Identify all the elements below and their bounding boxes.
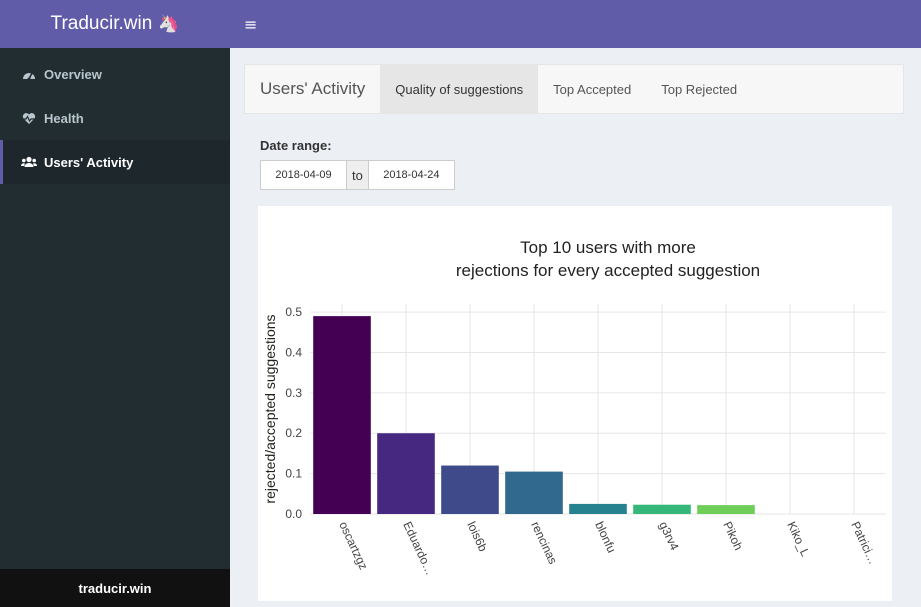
sidebar: Traducir.win 🦄 Overview Health Users' Ac… — [0, 0, 230, 607]
tab-bar-title: Users' Activity — [260, 79, 366, 98]
x-tick-label: oscartzgz — [336, 519, 370, 571]
date-range-picker: 2018-04-09 to 2018-04-24 — [260, 160, 455, 190]
x-tick-label: Pikoh — [720, 519, 745, 552]
tab-bar: Users' Activity Quality of suggestions T… — [244, 64, 904, 114]
hamburger-menu-icon[interactable]: ≡ — [244, 15, 257, 34]
sidebar-item-health[interactable]: Health — [0, 96, 230, 140]
heartbeat-icon — [21, 112, 37, 125]
y-tick-label: 0.4 — [285, 345, 302, 359]
date-range-separator: to — [347, 160, 368, 190]
bar — [569, 503, 627, 514]
chart-title-line: Top 10 users with more — [520, 238, 696, 257]
x-tick-label: blonfu — [592, 519, 619, 555]
x-tick-label: Patrici… — [848, 519, 880, 566]
users-icon — [21, 156, 37, 168]
y-tick-label: 0.1 — [285, 467, 302, 481]
x-tick-label: Eduardo… — [400, 519, 437, 577]
sidebar-footer: traducir.win — [0, 569, 230, 607]
sidebar-item-label: Overview — [44, 66, 102, 82]
bar-chart: 0.0 0.1 0.2 0.3 0.4 0.5 oscartzgz Eduardo… lois6… — [262, 238, 886, 577]
x-tick-label: g3rv4 — [656, 519, 682, 552]
footer-text: traducir.win — [78, 580, 152, 596]
dashboard-icon — [21, 68, 37, 80]
unicorn-icon: 🦄 — [158, 14, 180, 33]
bar — [377, 433, 435, 514]
bar — [441, 465, 499, 514]
start-date-input[interactable]: 2018-04-09 — [260, 160, 347, 190]
main-content: Users' Activity Quality of suggestions T… — [230, 48, 921, 607]
sidebar-item-users-activity[interactable]: Users' Activity — [0, 140, 230, 184]
tab-quality-of-suggestions[interactable]: Quality of suggestions — [380, 65, 539, 113]
tab-top-accepted[interactable]: Top Accepted — [538, 65, 646, 113]
y-tick-label: 0.2 — [285, 426, 302, 440]
sidebar-item-overview[interactable]: Overview — [0, 52, 230, 96]
y-tick-label: 0.3 — [285, 386, 302, 400]
y-tick-label: 0.0 — [285, 507, 302, 521]
bar — [505, 471, 563, 514]
x-tick-label: rencinas — [528, 519, 560, 566]
chart-container: 0.0 0.1 0.2 0.3 0.4 0.5 oscartzgz Eduardo… lois6… — [258, 206, 892, 601]
sidebar-item-label: Users' Activity — [44, 154, 134, 170]
bar — [633, 504, 691, 514]
x-tick-label: lois6b — [464, 519, 490, 554]
sidebar-nav: Overview Health Users' Activity — [0, 48, 230, 184]
bar — [313, 316, 371, 514]
end-date-input[interactable]: 2018-04-24 — [367, 160, 455, 190]
tab-top-rejected[interactable]: Top Rejected — [646, 65, 752, 113]
chart-title-line: rejections for every accepted suggestion — [456, 261, 760, 280]
date-range-label: Date range: — [260, 138, 332, 153]
bar — [697, 505, 755, 514]
y-axis-title: rejected/accepted suggestions — [262, 314, 278, 503]
sidebar-item-label: Health — [44, 110, 84, 126]
brand-name: Traducir.win — [50, 13, 153, 34]
brand[interactable]: Traducir.win 🦄 — [0, 0, 230, 48]
top-navbar: ≡ — [230, 0, 921, 48]
y-tick-label: 0.5 — [285, 305, 302, 319]
x-tick-label: Kiko_L — [784, 519, 812, 558]
